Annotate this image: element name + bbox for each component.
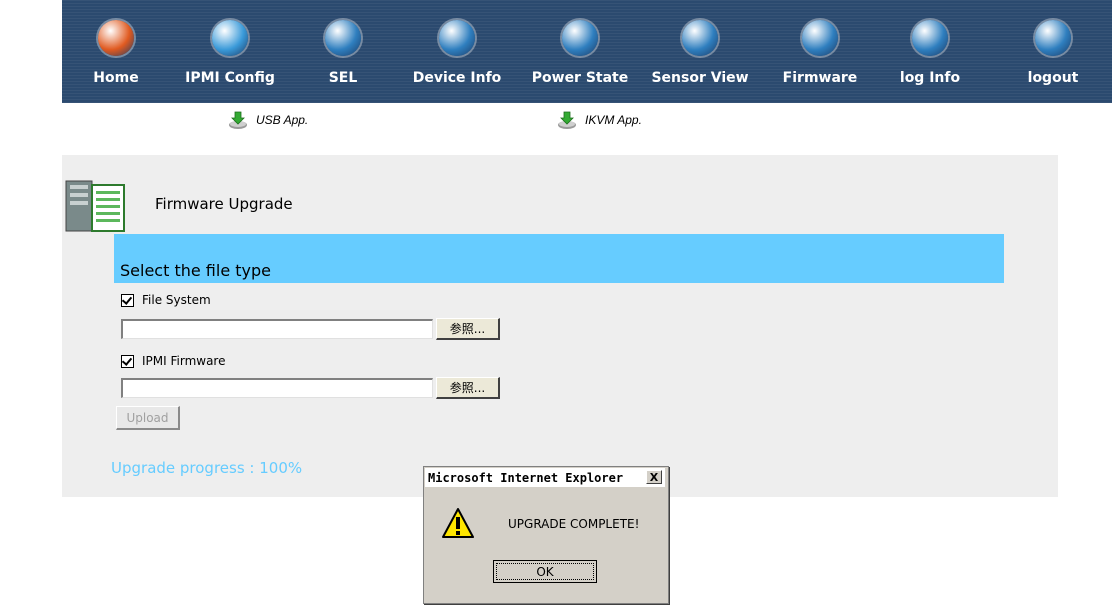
dialog-titlebar[interactable]: Microsoft Internet Explorer X	[425, 468, 665, 487]
download-icon	[558, 111, 576, 129]
file-system-label: File System	[142, 293, 211, 307]
page-title: Firmware Upgrade	[155, 195, 293, 213]
upgrade-progress-text: Upgrade progress : 100%	[111, 459, 303, 477]
sensor-icon	[682, 20, 718, 56]
nav-item-log-info[interactable]: log Info	[870, 0, 990, 103]
file-type-header: Select the file type	[114, 234, 1004, 283]
log-icon	[912, 20, 948, 56]
dialog-ok-button[interactable]: OK	[493, 560, 597, 583]
nav-item-sensor-view[interactable]: Sensor View	[640, 0, 760, 103]
usb-app-label: USB App.	[256, 113, 309, 127]
file-system-option[interactable]: File System	[121, 293, 211, 307]
ipmi-firmware-browse-button[interactable]: 参照...	[436, 377, 500, 399]
nav-item-power-state[interactable]: Power State	[520, 0, 640, 103]
alert-dialog: Microsoft Internet Explorer X UPGRADE CO…	[423, 466, 669, 604]
ipmi-firmware-label: IPMI Firmware	[142, 354, 226, 368]
home-icon	[98, 20, 134, 56]
nav-label: log Info	[899, 70, 961, 86]
config-icon	[212, 20, 248, 56]
firmware-icon	[802, 20, 838, 56]
books-icon	[325, 20, 361, 56]
file-system-path-input[interactable]	[121, 319, 433, 339]
nav-label: Firmware	[782, 70, 858, 86]
dialog-close-button[interactable]: X	[646, 470, 662, 484]
ipmi-firmware-option[interactable]: IPMI Firmware	[121, 354, 225, 368]
file-system-checkbox[interactable]	[121, 293, 134, 307]
dialog-ok-label: OK	[496, 563, 594, 580]
ikvm-app-link[interactable]: IKVM App.	[557, 110, 642, 130]
firmware-upgrade-panel: Firmware Upgrade Select the file type Fi…	[62, 155, 1058, 497]
dialog-title: Microsoft Internet Explorer	[428, 471, 624, 485]
nav-item-device-info[interactable]: Device Info	[397, 0, 517, 103]
file-system-browse-button[interactable]: 参照...	[436, 318, 500, 340]
nav-label: Home	[93, 70, 139, 86]
nav-item-sel[interactable]: SEL	[283, 0, 403, 103]
nav-item-home[interactable]: Home	[56, 0, 176, 103]
file-type-heading: Select the file type	[120, 261, 271, 280]
nav-item-firmware[interactable]: Firmware	[760, 0, 880, 103]
nav-left-spacer	[0, 0, 62, 103]
nav-label: SEL	[328, 70, 358, 86]
ipmi-firmware-path-input[interactable]	[121, 378, 433, 398]
dialog-message: UPGRADE COMPLETE!	[508, 517, 640, 531]
upload-button[interactable]: Upload	[116, 406, 180, 430]
nav-label: logout	[1027, 70, 1079, 86]
ikvm-app-label: IKVM App.	[585, 113, 642, 127]
nav-label: Device Info	[412, 70, 502, 86]
firmware-document-icon	[65, 180, 125, 232]
ipmi-firmware-checkbox[interactable]	[121, 354, 134, 368]
download-icon	[229, 111, 247, 129]
device-icon	[439, 20, 475, 56]
nav-label: Power State	[531, 70, 629, 86]
nav-item-ipmi-config[interactable]: IPMI Config	[170, 0, 290, 103]
logout-icon	[1035, 20, 1071, 56]
usb-app-link[interactable]: USB App.	[228, 110, 308, 130]
nav-label: Sensor View	[651, 70, 749, 86]
warning-icon	[442, 508, 474, 538]
nav-label: IPMI Config	[185, 70, 275, 86]
nav-item-logout[interactable]: logout	[993, 0, 1112, 103]
power-icon	[562, 20, 598, 56]
